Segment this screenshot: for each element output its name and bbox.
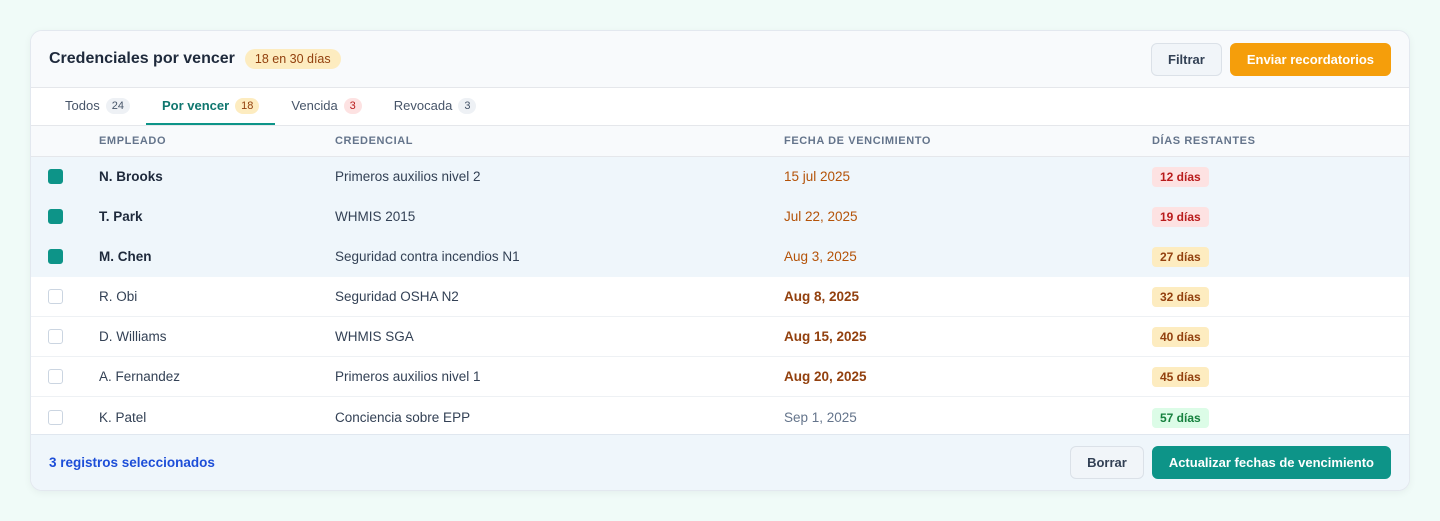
days-remaining-badge: 12 días	[1152, 167, 1209, 187]
tab-por-vencer[interactable]: Por vencer 18	[145, 88, 276, 125]
credential-name: WHMIS SGA	[335, 329, 414, 344]
credential-name: Primeros auxilios nivel 2	[335, 169, 481, 184]
tab-vencida[interactable]: Vencida 3	[275, 88, 377, 125]
column-header-expiry[interactable]: FECHA DE VENCIMIENTO	[784, 135, 931, 147]
row-checkbox[interactable]	[48, 249, 63, 264]
expiry-date: Aug 3, 2025	[784, 249, 857, 264]
tab-label: Vencida	[291, 98, 338, 113]
table-row[interactable]: N. Brooks Primeros auxilios nivel 2 15 j…	[31, 157, 1409, 197]
employee-name: A. Fernandez	[99, 369, 181, 384]
row-checkbox[interactable]	[48, 289, 63, 304]
employee-name: D. Williams	[99, 329, 167, 344]
credential-name: Conciencia sobre EPP	[335, 409, 471, 425]
expiring-credentials-card: Credenciales por vencer 18 en 30 días Fi…	[30, 30, 1410, 491]
tab-label: Por vencer	[161, 98, 230, 113]
employee-name: N. Brooks	[99, 169, 163, 184]
employee-name: T. Park	[99, 209, 143, 224]
row-checkbox[interactable]	[48, 329, 63, 344]
table-row[interactable]: K. Patel Conciencia sobre EPP Sep 1, 202…	[31, 397, 1409, 437]
expiry-date: Aug 8, 2025	[784, 289, 860, 304]
row-checkbox[interactable]	[48, 169, 63, 184]
table-row[interactable]: A. Fernandez Primeros auxilios nivel 1 A…	[31, 357, 1409, 397]
employee-name: K. Patel	[99, 409, 147, 425]
send-reminders-button[interactable]: Enviar recordatorios	[1229, 42, 1391, 76]
expiry-date: Aug 15, 2025	[784, 329, 867, 344]
tab-todos[interactable]: Todos 24	[49, 88, 146, 125]
days-remaining-badge: 32 días	[1152, 287, 1209, 307]
table-body: N. Brooks Primeros auxilios nivel 2 15 j…	[31, 157, 1409, 437]
page-title: Credenciales por vencer	[49, 50, 235, 67]
tab-label: Revocada	[393, 98, 453, 113]
tab-count: 24	[105, 97, 130, 114]
employee-name: R. Obi	[99, 289, 138, 304]
tab-count: 18	[235, 97, 260, 114]
credential-name: Primeros auxilios nivel 1	[335, 369, 481, 384]
expiry-date: Sep 1, 2025	[784, 409, 857, 425]
table-row[interactable]: M. Chen Seguridad contra incendios N1 Au…	[31, 237, 1409, 277]
expiry-date: Aug 20, 2025	[784, 369, 867, 384]
credential-name: WHMIS 2015	[335, 209, 416, 224]
footer-actions: Borrar Actualizar fechas de vencimiento	[1070, 446, 1391, 479]
expiry-date: 15 jul 2025	[784, 169, 851, 184]
row-checkbox[interactable]	[48, 369, 63, 384]
header-actions: Filtrar Enviar recordatorios	[1151, 42, 1391, 76]
table-row[interactable]: T. Park WHMIS 2015 Jul 22, 2025 19 días	[31, 197, 1409, 237]
column-header-days[interactable]: DÍAS RESTANTES	[1152, 135, 1256, 147]
days-remaining-badge: 57 días	[1152, 407, 1209, 428]
days-remaining-badge: 45 días	[1152, 367, 1209, 387]
column-header-employee[interactable]: EMPLEADO	[99, 135, 166, 147]
tab-count: 3	[458, 97, 477, 114]
update-expiry-dates-button[interactable]: Actualizar fechas de vencimiento	[1151, 446, 1391, 479]
employee-name: M. Chen	[99, 249, 152, 264]
filter-button[interactable]: Filtrar	[1151, 42, 1222, 76]
column-header-credential[interactable]: CREDENCIAL	[335, 135, 413, 147]
tab-revocada[interactable]: Revocada 3	[378, 88, 493, 125]
table-header: EMPLEADO CREDENCIAL FECHA DE VENCIMIENTO…	[31, 126, 1409, 157]
credential-name: Seguridad OSHA N2	[335, 289, 459, 304]
expiring-count-badge: 18 en 30 días	[244, 49, 341, 69]
expiry-date: Jul 22, 2025	[784, 209, 858, 224]
row-checkbox[interactable]	[48, 409, 63, 425]
row-checkbox[interactable]	[48, 209, 63, 224]
days-remaining-badge: 19 días	[1152, 207, 1209, 227]
tab-label: Todos	[65, 98, 100, 113]
tab-count: 3	[343, 97, 362, 114]
days-remaining-badge: 40 días	[1152, 327, 1209, 347]
bulk-action-bar: 3 registros seleccionados Borrar Actuali…	[31, 434, 1409, 490]
days-remaining-badge: 27 días	[1152, 247, 1209, 267]
selected-count-text: 3 registros seleccionados	[49, 455, 215, 470]
status-tabs: Todos 24 Por vencer 18 Vencida 3 Revocad…	[31, 88, 1409, 126]
table-row[interactable]: D. Williams WHMIS SGA Aug 15, 2025 40 dí…	[31, 317, 1409, 357]
table-row[interactable]: R. Obi Seguridad OSHA N2 Aug 8, 2025 32 …	[31, 277, 1409, 317]
card-header: Credenciales por vencer 18 en 30 días Fi…	[31, 31, 1409, 88]
credential-name: Seguridad contra incendios N1	[335, 249, 520, 264]
clear-button[interactable]: Borrar	[1070, 446, 1144, 479]
